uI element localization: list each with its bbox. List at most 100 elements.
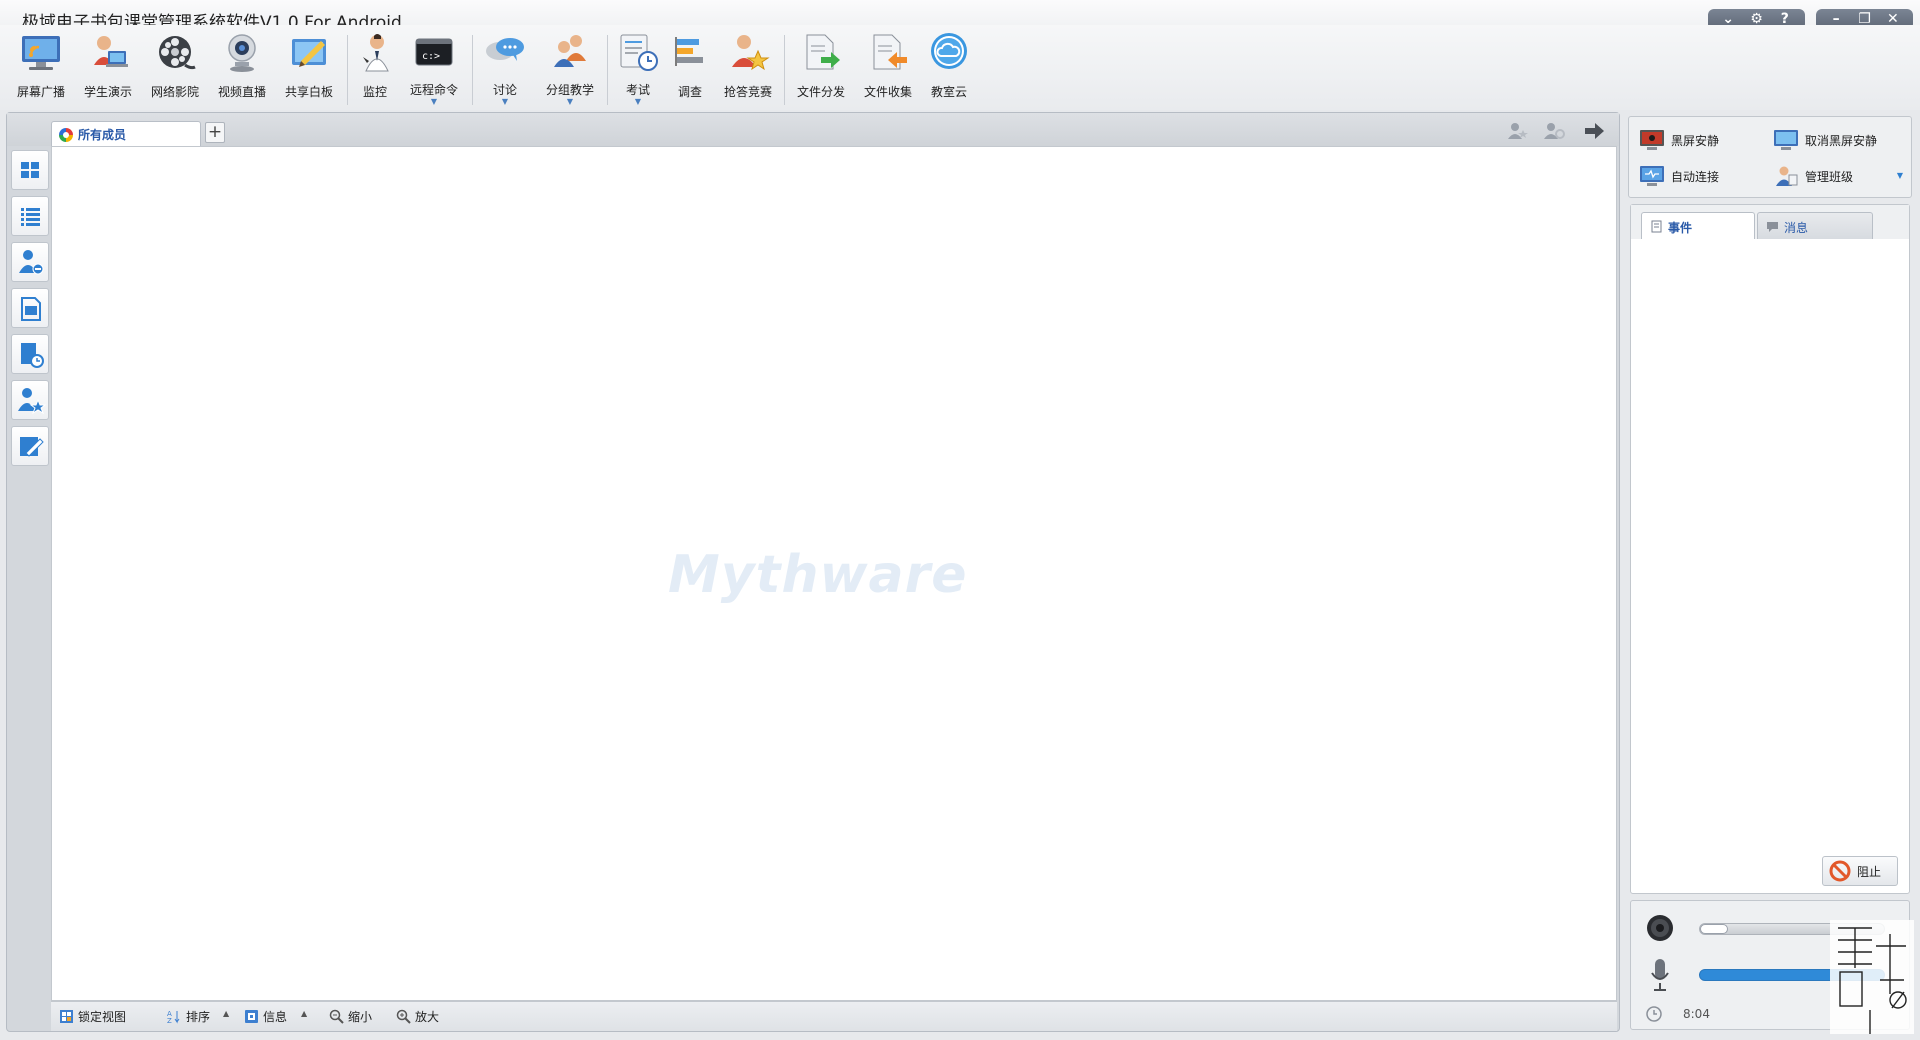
sort-az-icon: A Z [167,1010,180,1024]
thumbnail-view-button[interactable] [11,150,49,190]
webcam-icon [220,31,264,75]
cancel-black-screen-label: 取消黑屏安静 [1805,133,1878,148]
terminal-text: c:> [422,51,440,62]
whiteboard-icon [287,31,331,75]
add-tab-button[interactable]: + [205,122,225,143]
tab-events[interactable]: 事件 [1641,212,1755,239]
toolbar-discussion[interactable]: 讨论 ▼ [473,31,537,106]
toolbar-group-teaching[interactable]: 分组教学 ▼ [538,31,602,106]
dropdown-caret-icon[interactable]: ▼ [473,98,537,106]
toolbar-label: 教室云 [930,85,967,99]
toolbar-label: 文件收集 [863,85,912,99]
black-screen-button[interactable]: 黑屏安静 [1635,123,1765,157]
toolbar-separator [784,35,785,105]
list-view-button[interactable] [11,196,49,236]
dropdown-caret-icon[interactable]: ▼ [538,98,602,106]
page-clock-icon [21,343,44,368]
toolbar-label: 调查 [677,85,702,99]
message-bubble-icon [1767,222,1778,232]
sort-button[interactable]: A Z 排序 [167,1008,210,1025]
auto-connect-label: 自动连接 [1671,169,1720,184]
document-button[interactable] [11,288,49,328]
slider-thumb[interactable] [1700,924,1728,934]
student-demo-icon [86,31,130,75]
sort-caret-icon[interactable]: ▲ [223,1009,229,1018]
lock-view-button[interactable]: 锁定视图 [59,1008,126,1025]
svg-text:Z: Z [167,1017,172,1024]
color-ring-icon [59,128,73,142]
manage-class-dropdown-icon[interactable]: ▼ [1897,171,1903,180]
toolbar-label: 监控 [362,85,387,99]
manage-class-button[interactable]: 管理班级 ▼ [1769,159,1909,193]
user-remove-icon [19,250,44,275]
toolbar-label: 远程命令 [409,83,458,97]
view-sidebar [7,146,51,1001]
toolbar-file-collect[interactable]: 文件收集 [856,31,920,105]
user-remove-button[interactable] [11,242,49,282]
toolbar-label: 文件分发 [796,85,845,99]
zoom-in-icon [396,1009,411,1024]
toolbar-label: 共享白板 [284,85,333,99]
microphone-icon [1651,959,1669,991]
toolbar-monitor[interactable]: 监控 [343,31,407,105]
user-star-small-icon[interactable] [1507,122,1529,140]
toolbar-label: 分组教学 [545,83,594,97]
exam-clock-icon [616,31,660,75]
screen-broadcast-icon [19,31,63,75]
info-icon [245,1010,258,1023]
event-doc-icon [1651,220,1662,233]
speaker-row [1645,913,1675,943]
toolbar-classroom-cloud[interactable]: 教室云 [917,31,981,105]
quick-actions-panel: 黑屏安静 取消黑屏安静 自动连接 管理班级 ▼ [1628,116,1912,198]
auto-connect-button[interactable]: 自动连接 [1635,159,1765,193]
user-star-icon [18,388,47,415]
clock-time: 8:04 [1683,1007,1710,1021]
manage-class-label: 管理班级 [1805,169,1854,184]
lock-view-icon [60,1010,73,1023]
survey-bars-icon [668,31,712,75]
toolbar-shared-whiteboard[interactable]: 共享白板 [277,31,341,105]
cancel-black-screen-button[interactable]: 取消黑屏安静 [1769,123,1909,157]
user-settings-small-icon[interactable] [1543,122,1565,140]
cloud-icon [927,31,971,75]
sort-label: 排序 [186,1010,211,1024]
thumbnail-view-icon [21,162,39,178]
toolbar-label: 网络影院 [150,85,199,99]
toolbar-survey[interactable]: 调查 [658,31,722,105]
manage-class-icon [1776,166,1798,186]
lock-view-label: 锁定视图 [78,1010,127,1024]
terminal-icon: c:> [412,31,456,75]
monitor-person-icon [353,31,397,75]
mythware-watermark: Mythware [668,545,968,605]
clock-icon [1646,1006,1662,1022]
zoom-out-icon [329,1009,344,1024]
zoom-out-label: 缩小 [348,1010,373,1024]
toolbar-file-distribute[interactable]: 文件分发 [789,31,853,105]
toolbar-remote-command[interactable]: c:> 远程命令 ▼ [402,31,466,106]
zoom-out-button[interactable]: 缩小 [329,1008,372,1025]
edit-note-button[interactable] [11,426,49,466]
tab-all-members[interactable]: 所有成员 [51,121,201,147]
student-grid-area[interactable]: Mythware [51,146,1617,1001]
toolbar-screen-broadcast[interactable]: 屏幕广播 [9,31,73,105]
info-caret-icon[interactable]: ▲ [301,1009,307,1018]
page-clock-button[interactable] [11,334,49,374]
tab-messages[interactable]: 消息 [1757,212,1873,239]
info-button[interactable]: 信息 [244,1008,287,1025]
toolbar-label: 屏幕广播 [16,85,65,99]
dropdown-caret-icon[interactable]: ▼ [402,98,466,106]
toolbar-quiz-competition[interactable]: 抢答竞赛 [716,31,780,105]
edit-note-icon [20,437,44,457]
toolbar-network-cinema[interactable]: 网络影院 [143,31,207,105]
zoom-in-label: 放大 [415,1010,440,1024]
stop-button[interactable]: 阻止 [1822,856,1898,886]
user-star-button[interactable] [11,380,49,420]
arrow-right-icon[interactable] [1583,122,1605,140]
film-reel-icon [153,31,197,75]
events-tab-strip: 事件 消息 [1631,205,1909,239]
tab-messages-label: 消息 [1784,221,1809,235]
zoom-in-button[interactable]: 放大 [396,1008,439,1025]
toolbar-video-live[interactable]: 视频直播 [210,31,274,105]
toolbar-student-demo[interactable]: 学生演示 [76,31,140,105]
events-panel: 事件 消息 [1630,204,1910,894]
